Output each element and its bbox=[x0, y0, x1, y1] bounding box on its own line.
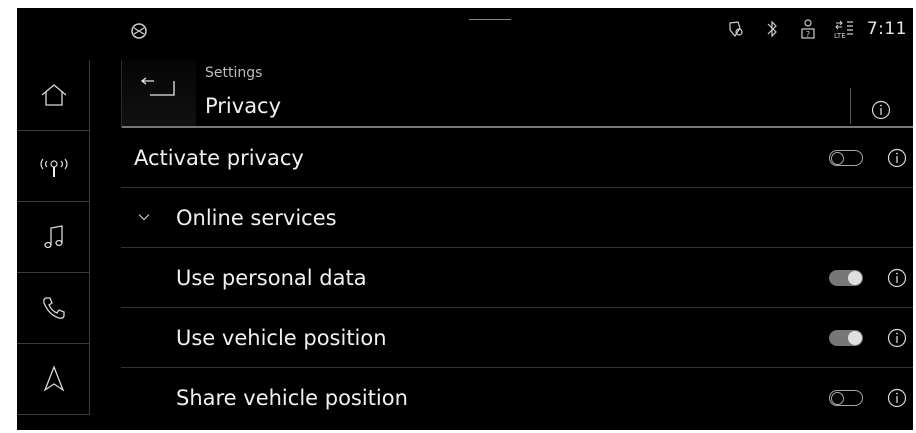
svg-text:?: ? bbox=[806, 30, 810, 39]
info-icon[interactable] bbox=[887, 388, 907, 408]
nav-phone-button[interactable] bbox=[17, 273, 90, 344]
breadcrumb[interactable]: Settings bbox=[205, 65, 262, 81]
row-label: Use personal data bbox=[176, 265, 367, 290]
row-label: Share vehicle position bbox=[176, 385, 408, 410]
use-vehicle-position-toggle[interactable] bbox=[829, 329, 863, 346]
infotainment-screen: ? LTE 7:11 Settings Privacy Activate pri… bbox=[17, 8, 913, 430]
radio-antenna-icon bbox=[37, 153, 71, 179]
nav-rail bbox=[17, 60, 90, 415]
nav-navigation-button[interactable] bbox=[17, 344, 90, 415]
info-icon[interactable] bbox=[887, 328, 907, 348]
info-icon[interactable] bbox=[887, 268, 907, 288]
nav-radio-button[interactable] bbox=[17, 131, 90, 202]
home-icon bbox=[39, 82, 69, 108]
activate-privacy-toggle[interactable] bbox=[829, 149, 863, 166]
navigation-arrow-icon bbox=[43, 365, 65, 393]
use-personal-data-toggle[interactable] bbox=[829, 269, 863, 286]
header-info-icon[interactable] bbox=[871, 100, 891, 120]
list-item-use-vehicle-position[interactable]: Use vehicle position bbox=[121, 308, 913, 368]
row-label: Online services bbox=[176, 205, 337, 230]
share-vehicle-position-toggle[interactable] bbox=[829, 389, 863, 406]
row-label: Activate privacy bbox=[134, 145, 304, 170]
nav-media-button[interactable] bbox=[17, 202, 90, 273]
settings-list: Activate privacy Online services Use per… bbox=[121, 128, 913, 427]
header-divider bbox=[850, 88, 851, 124]
back-arrow-icon bbox=[140, 76, 176, 98]
list-item-online-services[interactable]: Online services bbox=[121, 188, 913, 248]
car-logo-icon bbox=[129, 21, 149, 41]
phone-icon bbox=[41, 295, 67, 321]
back-button[interactable] bbox=[121, 60, 196, 128]
list-item-use-personal-data[interactable]: Use personal data bbox=[121, 248, 913, 308]
list-item-share-vehicle-position[interactable]: Share vehicle position bbox=[121, 368, 913, 427]
info-icon[interactable] bbox=[887, 148, 907, 168]
clock: 7:11 bbox=[866, 19, 907, 39]
page-header: Settings Privacy bbox=[121, 54, 913, 128]
nav-home-button[interactable] bbox=[17, 60, 90, 131]
svg-text:LTE: LTE bbox=[834, 32, 846, 40]
chevron-down-icon bbox=[138, 213, 150, 221]
list-item-activate-privacy[interactable]: Activate privacy bbox=[121, 128, 913, 188]
status-bar: ? LTE 7:11 bbox=[17, 8, 913, 50]
user-unknown-icon: ? bbox=[795, 18, 821, 40]
page-title: Privacy bbox=[205, 94, 282, 118]
bluetooth-icon bbox=[759, 18, 785, 40]
row-label: Use vehicle position bbox=[176, 325, 387, 350]
location-shield-icon bbox=[723, 18, 749, 40]
lte-signal-icon: LTE bbox=[831, 18, 857, 40]
drag-handle[interactable] bbox=[469, 19, 511, 20]
music-note-icon bbox=[43, 223, 65, 251]
